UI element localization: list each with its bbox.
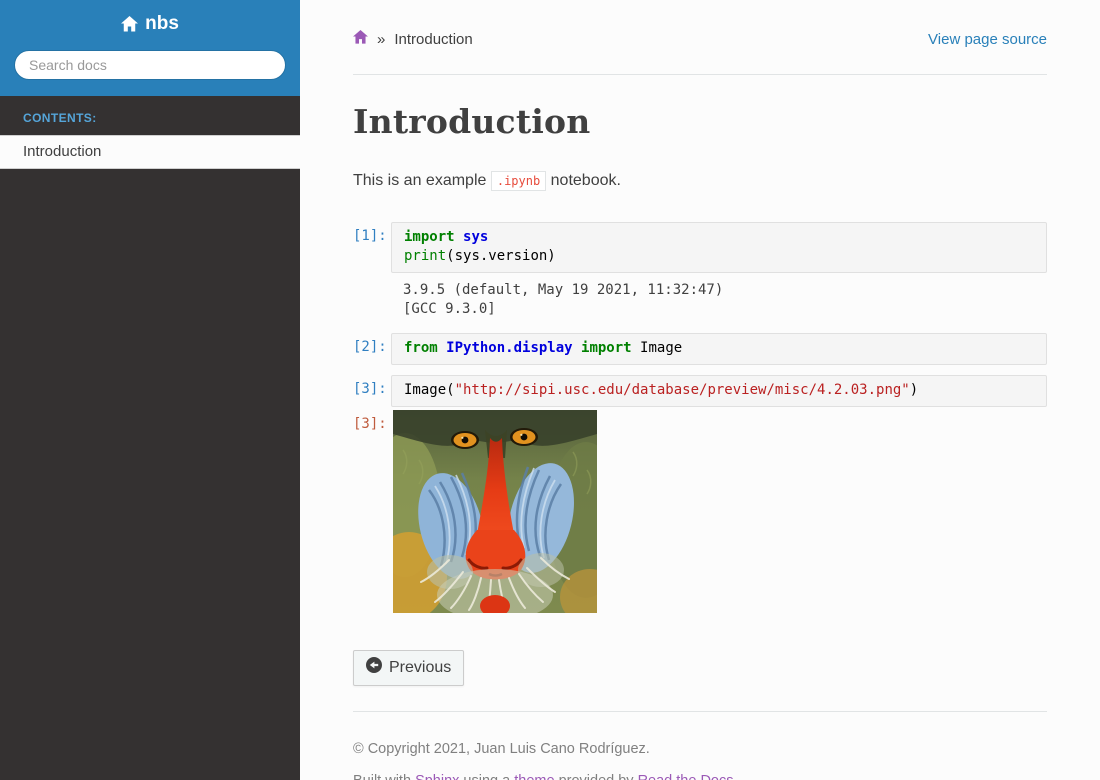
code-token: (sys.version) (446, 248, 556, 264)
footer-divider (353, 711, 1047, 712)
code-token: sys (463, 229, 488, 245)
code-token: Image( (404, 382, 455, 398)
breadcrumb-separator: » (377, 31, 385, 48)
notebook-cells: [1]: import sys print(sys.version) 3.9.5… (353, 222, 1047, 618)
theme-link[interactable]: theme (514, 773, 554, 780)
code-token: ) (910, 382, 918, 398)
built-with-text: Built with Sphinx using a theme provided… (353, 771, 1047, 780)
code-cell-2-input: [2]: from IPython.display import Image (353, 333, 1047, 365)
sidebar-item-introduction[interactable]: Introduction (0, 135, 300, 169)
cell-3-output-prompt: [3]: (353, 410, 391, 432)
search-input[interactable] (14, 50, 286, 80)
page-title: Introduction (353, 102, 1047, 141)
code-token: import (404, 229, 463, 245)
cell-1-input-prompt: [1]: (353, 222, 391, 244)
main-content: » Introduction View page source Introduc… (300, 0, 1100, 780)
intro-paragraph: This is an example .ipynb notebook. (353, 169, 1047, 193)
inline-code-literal: .ipynb (491, 171, 546, 191)
view-page-source-link[interactable]: View page source (928, 31, 1047, 48)
sidebar-header: nbs (0, 0, 300, 96)
footer-text: provided by (555, 773, 638, 780)
previous-button[interactable]: Previous (353, 650, 464, 686)
intro-text-after: notebook. (546, 172, 621, 189)
breadcrumb-home-link[interactable] (353, 30, 368, 48)
copyright-text: © Copyright 2021, Juan Luis Cano Rodrígu… (353, 739, 1047, 760)
breadcrumb-divider (353, 74, 1047, 75)
code-token: import (581, 340, 640, 356)
footer-text: using a (459, 773, 514, 780)
sidebar: nbs CONTENTS: Introduction (0, 0, 300, 780)
mandrill-output-image (393, 410, 597, 618)
code-cell-3-output: [3]: (353, 410, 1047, 618)
cell-2-code: from IPython.display import Image (391, 333, 1047, 365)
read-the-docs-link[interactable]: Read the Docs (638, 773, 734, 780)
home-icon (121, 16, 138, 32)
code-cell-1-input: [1]: import sys print(sys.version) (353, 222, 1047, 273)
code-token: from (404, 340, 446, 356)
sidebar-title: nbs (145, 13, 179, 35)
footer-text: . (734, 773, 738, 780)
cell-3-input-prompt: [3]: (353, 375, 391, 397)
footer-text: Built with (353, 773, 415, 780)
previous-button-label: Previous (389, 659, 451, 677)
output-line: [GCC 9.3.0] (403, 301, 496, 317)
output-line: 3.9.5 (default, May 19 2021, 11:32:47) (403, 282, 723, 298)
code-cell-1-output: 3.9.5 (default, May 19 2021, 11:32:47) [… (353, 281, 1047, 319)
footer: © Copyright 2021, Juan Luis Cano Rodrígu… (353, 739, 1047, 780)
breadcrumb: » Introduction View page source (353, 30, 1047, 48)
code-token: Image (640, 340, 682, 356)
arrow-circle-left-icon (366, 657, 382, 678)
code-token: print (404, 248, 446, 264)
pager: Previous (353, 650, 1047, 686)
sidebar-home-link[interactable]: nbs (121, 13, 179, 35)
breadcrumb-current: Introduction (394, 31, 472, 48)
cell-1-code: import sys print(sys.version) (391, 222, 1047, 273)
sphinx-link[interactable]: Sphinx (415, 773, 459, 780)
code-cell-3-input: [3]: Image("http://sipi.usc.edu/database… (353, 375, 1047, 407)
intro-text-before: This is an example (353, 172, 491, 189)
app-window: nbs CONTENTS: Introduction » Introductio… (0, 0, 1100, 780)
code-token: IPython.display (446, 340, 581, 356)
code-token: "http://sipi.usc.edu/database/preview/mi… (455, 382, 910, 398)
home-icon (353, 30, 368, 48)
cell-1-output-text: 3.9.5 (default, May 19 2021, 11:32:47) [… (391, 281, 723, 319)
cell-3-code: Image("http://sipi.usc.edu/database/prev… (391, 375, 1047, 407)
sidebar-contents-caption: CONTENTS: (0, 96, 300, 135)
cell-1-output-prompt (353, 281, 391, 287)
cell-2-input-prompt: [2]: (353, 333, 391, 355)
